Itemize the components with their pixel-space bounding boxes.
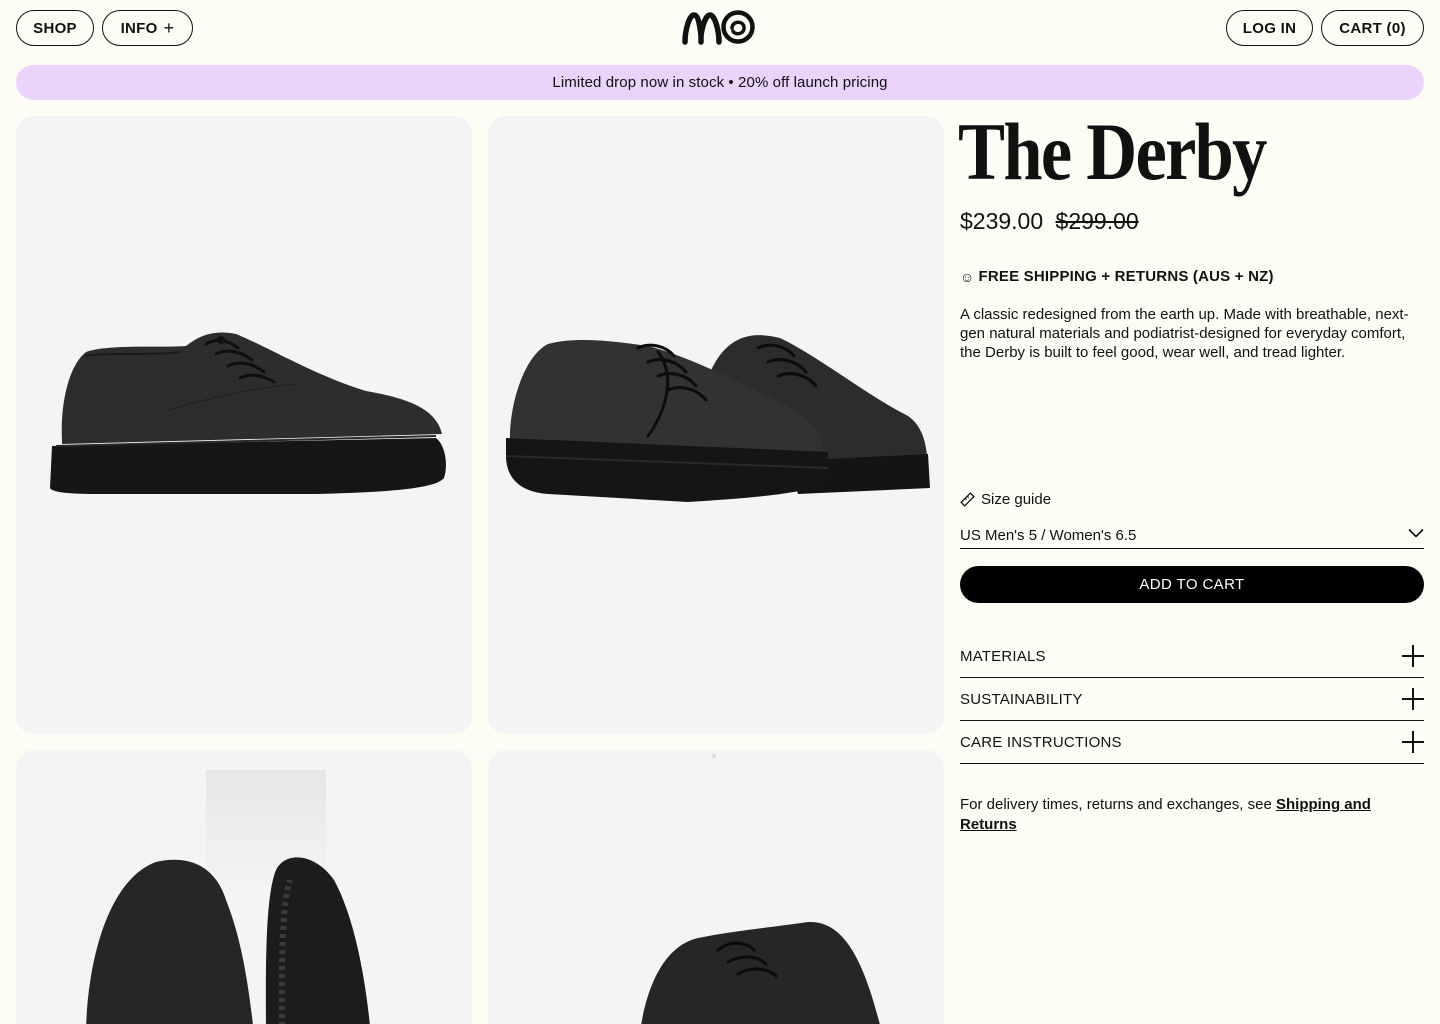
shipping-note: ☺ FREE SHIPPING + RETURNS (AUS + NZ): [960, 268, 1274, 285]
smile-icon: ☺: [960, 268, 975, 285]
shoe-pair-image: [505, 335, 930, 502]
info-button[interactable]: INFO +: [102, 10, 193, 46]
size-select[interactable]: US Men's 5 / Women's 6.5: [960, 522, 1424, 549]
cart-button[interactable]: CART (0): [1321, 10, 1424, 46]
brand-logo[interactable]: [682, 9, 758, 45]
product-image-pair[interactable]: [488, 116, 944, 734]
add-to-cart-button[interactable]: ADD TO CART: [960, 566, 1424, 603]
size-guide-link[interactable]: Size guide: [960, 491, 1051, 508]
price-block: $239.00 $299.00: [960, 208, 1139, 235]
accordion-materials-label: MATERIALS: [960, 647, 1046, 665]
shoe-top-image: [86, 770, 370, 1024]
price-current: $239.00: [960, 208, 1044, 234]
plus-icon: [1402, 645, 1424, 667]
add-to-cart-label: ADD TO CART: [1139, 576, 1245, 593]
login-label: LOG IN: [1242, 19, 1297, 37]
plus-icon: [1402, 688, 1424, 710]
site-header: SHOP INFO + LOG IN CART (0): [0, 0, 1440, 56]
accordion-care-label: CARE INSTRUCTIONS: [960, 733, 1122, 751]
cart-label: CART (0): [1339, 19, 1406, 37]
accordion-sustainability[interactable]: SUSTAINABILITY: [960, 678, 1424, 721]
accordion-materials[interactable]: MATERIALS: [960, 635, 1424, 678]
ruler-icon: [960, 492, 975, 507]
chevron-down-icon: [1408, 528, 1424, 538]
plus-icon: +: [163, 18, 175, 38]
price-original: $299.00: [1055, 208, 1139, 234]
promo-text: Limited drop now in stock • 20% off laun…: [552, 74, 888, 91]
size-guide-label: Size guide: [981, 491, 1052, 508]
info-label: INFO: [120, 19, 158, 37]
shop-label: SHOP: [33, 19, 77, 37]
delivery-note: For delivery times, returns and exchange…: [960, 795, 1424, 835]
delivery-text: For delivery times, returns and exchange…: [960, 796, 1276, 813]
size-select-value: US Men's 5 / Women's 6.5: [960, 526, 1137, 544]
shoe-side-image: [50, 332, 446, 494]
login-button[interactable]: LOG IN: [1226, 10, 1313, 46]
plus-icon: [1402, 731, 1424, 753]
product-image-top[interactable]: [16, 750, 472, 1024]
product-image-side[interactable]: [16, 116, 472, 734]
shop-button[interactable]: SHOP: [16, 10, 94, 46]
promo-banner: Limited drop now in stock • 20% off laun…: [16, 65, 1424, 100]
accordion-care-instructions[interactable]: CARE INSTRUCTIONS: [960, 721, 1424, 764]
shipping-text: FREE SHIPPING + RETURNS (AUS + NZ): [978, 268, 1274, 285]
product-description: A classic redesigned from the earth up. …: [960, 306, 1409, 361]
shoe-back-image: [641, 754, 880, 1024]
product-image-back[interactable]: [488, 750, 944, 1024]
product-title: The Derby: [958, 106, 1267, 197]
accordion-sustainability-label: SUSTAINABILITY: [960, 690, 1083, 708]
